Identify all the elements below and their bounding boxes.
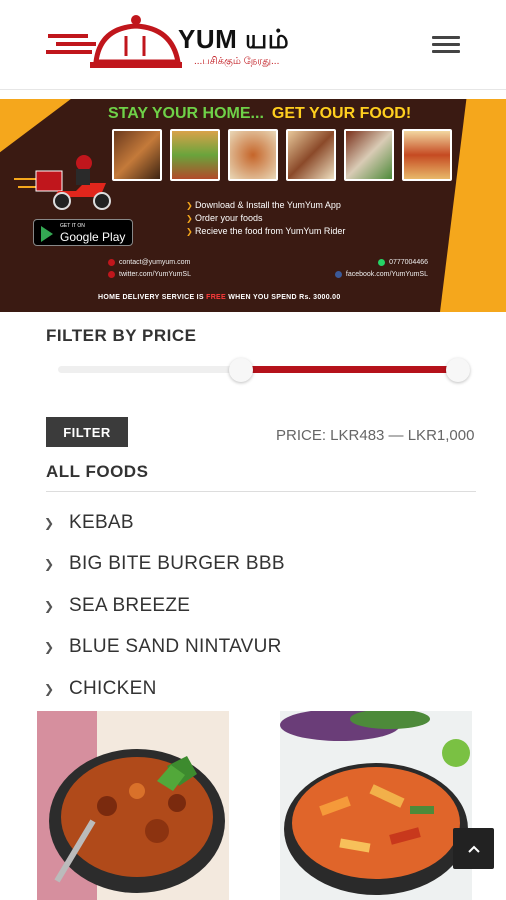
category-item-big-bite-burger[interactable]: ❯ BIG BITE BURGER BBB <box>44 544 285 586</box>
category-list: ❯ KEBAB ❯ BIG BITE BURGER BBB ❯ SEA BREEZE … <box>44 502 285 710</box>
price-range-label: PRICE: LKR483 — LKR1,000 <box>276 427 475 444</box>
site-header: YUM யம் ...பசிக்கும் நேரது... <box>0 0 506 90</box>
category-item-chicken[interactable]: ❯ CHICKEN <box>44 668 285 710</box>
category-item-kebab[interactable]: ❯ KEBAB <box>44 502 285 544</box>
brand-name: YUM யம் <box>178 24 290 54</box>
filter-button[interactable]: FILTER <box>46 417 128 447</box>
food-thumbnail <box>228 129 278 181</box>
hamburger-icon[interactable] <box>430 32 462 58</box>
twitter-icon <box>108 271 115 278</box>
google-play-button[interactable]: GET IT ON Google Play <box>33 219 133 246</box>
divider <box>46 491 476 492</box>
food-thumbnails <box>112 129 452 181</box>
delivery-note: HOME DELIVERY SERVICE IS FREE WHEN YOU S… <box>98 294 341 301</box>
banner-steps: Download & Install the YumYum App Order … <box>186 199 345 238</box>
category-item-blue-sand[interactable]: ❯ BLUE SAND NINTAVUR <box>44 627 285 669</box>
chevron-up-icon <box>467 845 480 853</box>
food-thumbnail <box>286 129 336 181</box>
price-range-slider[interactable] <box>58 358 480 382</box>
email-icon <box>108 259 115 266</box>
category-item-sea-breeze[interactable]: ❯ SEA BREEZE <box>44 585 285 627</box>
chevron-right-icon: ❯ <box>44 515 55 530</box>
banner-contacts: contact@yumyum.com 0777004466 twitter.co… <box>108 259 428 283</box>
food-thumbnail <box>344 129 394 181</box>
chevron-right-icon: ❯ <box>44 557 55 572</box>
all-foods-heading: ALL FOODS <box>46 462 149 481</box>
price-max-handle[interactable] <box>446 358 470 382</box>
logo[interactable]: YUM யம் ...பசிக்கும் நேரது... <box>44 10 314 74</box>
delivery-scooter-icon <box>14 155 111 210</box>
product-image[interactable] <box>280 711 472 900</box>
price-min-handle[interactable] <box>228 358 253 382</box>
chevron-right-icon: ❯ <box>44 598 55 613</box>
product-image[interactable] <box>37 711 229 900</box>
stir-fry-image <box>280 711 472 900</box>
back-to-top-button[interactable] <box>453 828 494 869</box>
food-thumbnail <box>170 129 220 181</box>
google-play-icon <box>41 226 53 242</box>
curry-pan-image <box>37 711 229 900</box>
promo-banner: STAY YOUR HOME... GET YOUR FOOD! GET IT O… <box>0 99 506 312</box>
filter-price-heading: FILTER BY PRICE <box>46 326 197 345</box>
whatsapp-icon <box>378 259 386 266</box>
chevron-right-icon: ❯ <box>44 681 55 696</box>
brand-tagline: ...பசிக்கும் நேரது... <box>194 56 280 67</box>
cloche-logo-icon <box>46 15 182 68</box>
price-range-fill <box>240 366 458 373</box>
banner-headline: STAY YOUR HOME... GET YOUR FOOD! <box>108 105 412 122</box>
food-thumbnail <box>402 129 452 181</box>
facebook-icon <box>334 271 342 278</box>
chevron-right-icon: ❯ <box>44 640 55 655</box>
